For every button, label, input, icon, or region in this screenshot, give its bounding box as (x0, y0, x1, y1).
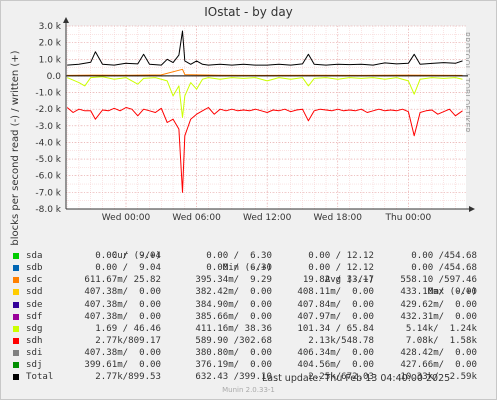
legend-avg-value: 408.11m/ 0.00 (297, 287, 374, 298)
legend-row-sdg: sdg 1.69 / 46.46 411.16m/ 38.36 101.34 / 65… (0, 323, 497, 335)
legend-max-value: 432.31m/ 0.00 (400, 311, 477, 322)
y-tick-label: 1.0 k (39, 55, 62, 65)
legend-avg-value: 19.82 / 33.17 (302, 275, 374, 286)
legend-swatch (13, 289, 19, 296)
y-tick-label: 2.0 k (39, 39, 62, 49)
legend-swatch (13, 337, 19, 344)
legend-header-row: Cur (-/+) Min (-/+) Avg (-/+) Max (-/+) (0, 238, 497, 297)
legend-name: sdc (26, 275, 43, 286)
legend-name: sdb (26, 263, 43, 274)
legend-row-sdh: sdh 2.77k/809.17 589.90 /302.68 2.13k/548.7… (0, 335, 497, 347)
legend-name: sde (26, 299, 43, 310)
legend-max-value: 558.10 /597.46 (400, 275, 477, 286)
legend-swatch (13, 374, 19, 381)
legend-cur-value: 407.38m/ 0.00 (84, 287, 161, 298)
x-tick-label: Thu 00:00 (385, 213, 432, 223)
legend-cur-value: 611.67m/ 25.82 (84, 275, 161, 286)
legend-max-value: 429.62m/ 0.00 (400, 299, 477, 310)
legend-swatch (13, 265, 19, 272)
legend-avg-value: 406.34m/ 0.00 (297, 347, 374, 358)
legend-max-value: 5.14k/ 1.24k (405, 323, 477, 334)
legend-max-value: 0.00 /454.68 (411, 251, 477, 262)
legend-cur-value: 0.00 / 9.04 (95, 263, 161, 274)
legend-avg-value: 404.56m/ 0.00 (297, 360, 374, 370)
y-tick-labels: 3.0 k 2.0 k 1.0 k 0.0 -1.0 k -2.0 k -3.0 k -4.0… (35, 22, 61, 215)
legend-name: sdd (26, 287, 43, 298)
legend-name: sda (26, 251, 43, 262)
legend-max-value: 0.00 /454.68 (411, 263, 477, 274)
legend-swatch (13, 277, 19, 284)
legend-avg-value: 407.97m/ 0.00 (297, 311, 374, 322)
legend-cur-value: 1.69 / 46.46 (95, 323, 161, 334)
y-tick-label: 3.0 k (39, 22, 62, 32)
x-tick-label: Wed 06:00 (172, 213, 221, 223)
legend-row-sdi: sdi 407.38m/ 0.00 380.80m/ 0.00 406.34m/ 0.… (0, 347, 497, 359)
legend-name: sdg (26, 323, 43, 334)
legend-row-sdj: sdj 399.61m/ 0.00 376.19m/ 0.00 404.56m/ 0.… (0, 359, 497, 371)
x-tick-label: Wed 12:00 (243, 213, 292, 223)
legend-swatch (13, 301, 19, 308)
x-tick-label: Wed 18:00 (314, 213, 363, 223)
legend-name: sdf (26, 311, 43, 322)
legend-cur-value: 407.38m/ 0.00 (84, 347, 161, 358)
legend-swatch (13, 325, 19, 332)
y-tick-label: -2.0 k (35, 105, 61, 115)
legend-min-value: 411.16m/ 38.36 (195, 323, 272, 334)
legend-cur-value: 407.38m/ 0.00 (84, 299, 161, 310)
chart-plot: 3.0 k 2.0 k 1.0 k 0.0 -1.0 k -2.0 k -3.0 k -4.0… (35, 17, 475, 223)
legend-min-value: 0.00 / 6.30 (206, 251, 272, 262)
legend-max-value: 433.10m/ 0.00 (400, 287, 477, 298)
legend-swatch (13, 313, 19, 320)
y-tick-label: -1.0 k (35, 89, 61, 99)
legend-cur-value: 2.77k/809.17 (95, 335, 161, 346)
legend-min-value: 395.34m/ 9.29 (195, 275, 272, 286)
legend-row-sdc: sdc 611.67m/ 25.82 395.34m/ 9.29 19.82 / 33… (0, 274, 497, 286)
legend-avg-value: 101.34 / 65.84 (297, 323, 374, 334)
legend-swatch (13, 253, 19, 260)
legend-cur-value: 399.61m/ 0.00 (84, 360, 161, 370)
x-tick-label: Wed 00:00 (102, 213, 151, 223)
legend-cur-value: 407.38m/ 0.00 (84, 311, 161, 322)
legend-row-sdd: sdd 407.38m/ 0.00 382.42m/ 0.00 408.11m/ 0.… (0, 286, 497, 298)
legend-row-sdb: sdb 0.00 / 9.04 0.00 / 6.30 0.00 / 12.12 0.0… (0, 262, 497, 274)
y-tick-label: -4.0 k (35, 138, 61, 148)
legend-swatch (13, 362, 19, 368)
legend-min-value: 0.00 / 6.30 (206, 263, 272, 274)
y-tick-label: -7.0 k (35, 188, 61, 198)
legend-swatch (13, 349, 19, 356)
legend-row-sde: sde 407.38m/ 0.00 384.90m/ 0.00 407.84m/ 0.… (0, 299, 497, 311)
y-tick-label: 0.0 (47, 72, 62, 82)
y-tick-label: -3.0 k (35, 122, 61, 132)
last-update: Last update: Thu Feb 13 04:40:00 2025 (262, 373, 451, 384)
legend-max-value: 428.42m/ 0.00 (400, 347, 477, 358)
legend-avg-value: 0.00 / 12.12 (308, 251, 374, 262)
legend-avg-value: 0.00 / 12.12 (308, 263, 374, 274)
munin-version: Munin 2.0.33-1 (222, 386, 275, 394)
legend-name: sdi (26, 347, 43, 358)
legend-name: Total (26, 372, 54, 383)
legend-cur-value: 2.77k/899.53 (95, 372, 161, 383)
legend-min-value: 589.90 /302.68 (195, 335, 272, 346)
legend-min-value: 632.43 /399.10 (195, 372, 272, 383)
legend-max-value: 7.08k/ 1.58k (405, 335, 477, 346)
y-tick-label: -6.0 k (35, 172, 61, 182)
legend-name: sdj (26, 360, 43, 370)
legend-max-value: 427.66m/ 0.00 (400, 360, 477, 370)
legend-min-value: 382.42m/ 0.00 (195, 287, 272, 298)
legend-avg-value: 407.84m/ 0.00 (297, 299, 374, 310)
legend-name: sdh (26, 335, 43, 346)
y-axis-arrow (63, 17, 69, 23)
legend-min-value: 376.19m/ 0.00 (195, 360, 272, 370)
legend-avg-value: 2.13k/548.78 (308, 335, 374, 346)
legend-min-value: 380.80m/ 0.00 (195, 347, 272, 358)
x-axis-arrow (469, 206, 475, 212)
x-tick-labels: Wed 00:00 Wed 06:00 Wed 12:00 Wed 18:00 Thu … (102, 213, 432, 223)
legend-cur-value: 0.00 / 9.04 (95, 251, 161, 262)
legend-row-sda: sda 0.00 / 9.04 0.00 / 6.30 0.00 / 12.12 0.0… (0, 250, 497, 262)
legend-min-value: 385.66m/ 0.00 (195, 311, 272, 322)
legend-min-value: 384.90m/ 0.00 (195, 299, 272, 310)
y-tick-label: -5.0 k (35, 155, 61, 165)
legend-row-sdf: sdf 407.38m/ 0.00 385.66m/ 0.00 407.97m/ 0.… (0, 311, 497, 323)
y-tick-label: -8.0 k (35, 205, 61, 215)
